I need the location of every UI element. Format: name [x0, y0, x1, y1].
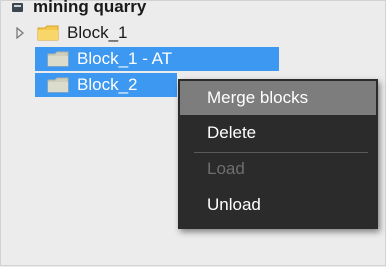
tree-item-block-1-at[interactable]: Block_1 - AT	[47, 48, 172, 70]
menu-item-delete[interactable]: Delete	[178, 116, 378, 150]
menu-item-load: Load	[207, 159, 245, 178]
tree-item-label: Block_2	[77, 75, 138, 94]
tree-item-block-1[interactable]: Block_1	[15, 22, 127, 44]
folder-icon	[47, 77, 69, 93]
context-menu: Merge blocks Delete Load Unload	[178, 79, 378, 229]
menu-item-unload[interactable]: Unload	[178, 188, 378, 222]
tree-panel: mining quarry Block_1 Block_1 - AT Block…	[0, 0, 386, 266]
tree-item-label: Block_1 - AT	[77, 49, 173, 68]
folder-icon	[37, 25, 59, 41]
tree-root-mining-quarry[interactable]: mining quarry	[11, 0, 146, 18]
tree-root-label: mining quarry	[33, 0, 147, 16]
folder-icon	[47, 51, 69, 67]
tree-item-label: Block_1	[67, 23, 128, 42]
tree-item-block-2[interactable]: Block_2	[47, 74, 137, 96]
menu-item-merge-blocks[interactable]: Merge blocks	[180, 81, 376, 115]
database-icon	[11, 1, 24, 14]
chevron-right-icon[interactable]	[15, 27, 25, 39]
